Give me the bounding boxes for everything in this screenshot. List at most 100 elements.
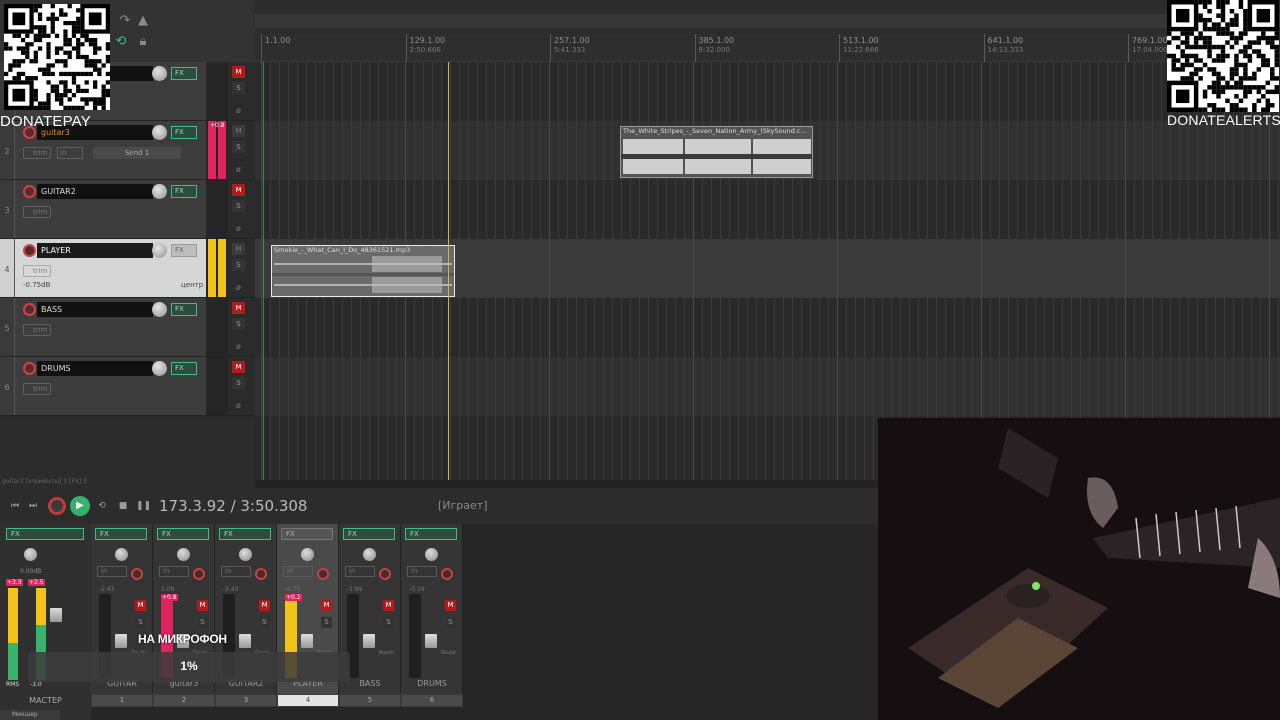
strip-mute-button[interactable]: M [135, 600, 146, 611]
mute-button[interactable]: M [232, 243, 245, 255]
track-lane-6[interactable] [255, 357, 1280, 416]
ruler-region-lane[interactable] [255, 14, 1280, 28]
strip-input-button[interactable]: in [97, 566, 127, 577]
strip-fader[interactable] [239, 634, 251, 648]
horizontal-scrollbar[interactable] [255, 480, 880, 488]
fx-button[interactable]: FX [171, 244, 197, 257]
strip-pan-knob[interactable] [239, 548, 252, 561]
automation-mode-button[interactable]: trim [23, 265, 51, 277]
master-fader[interactable] [50, 608, 62, 622]
track-lane-1[interactable] [255, 62, 1280, 121]
track-5[interactable]: 5 BASS FX trim M Sø [0, 298, 255, 357]
volume-knob[interactable] [152, 302, 167, 317]
phase-icon[interactable]: ø [232, 164, 245, 176]
strip-solo-button[interactable]: S [383, 617, 394, 628]
strip-fader[interactable] [363, 634, 375, 648]
strip-record-arm[interactable] [255, 568, 267, 580]
track-number[interactable]: 6 [0, 357, 14, 415]
phase-icon[interactable]: ø [232, 282, 245, 294]
loop-icon[interactable]: ⟲ [114, 35, 128, 49]
fx-button[interactable]: FX [171, 303, 197, 316]
strip-number[interactable]: 5 [339, 694, 401, 707]
strip-mute-button[interactable]: M [259, 600, 270, 611]
track-header[interactable]: GUITAR2 FX trim [14, 180, 206, 238]
strip-solo-button[interactable]: S [321, 617, 332, 628]
automation-mode-button[interactable]: trim [23, 206, 51, 218]
track-number[interactable]: 3 [0, 180, 14, 238]
strip-fader[interactable] [115, 634, 127, 648]
track-number[interactable]: 4 [0, 239, 14, 297]
redo-icon[interactable]: ↷ [118, 14, 132, 28]
strip-pan-knob[interactable] [363, 548, 376, 561]
volume-knob[interactable] [152, 125, 167, 140]
strip-record-arm[interactable] [317, 568, 329, 580]
track-lane-3[interactable] [255, 180, 1280, 239]
mute-button[interactable]: M [232, 184, 245, 196]
automation-mode-button[interactable]: trim [23, 324, 51, 336]
record-arm-button[interactable] [23, 185, 36, 198]
strip-record-arm[interactable] [379, 568, 391, 580]
solo-button[interactable]: S [232, 259, 245, 271]
strip-record-arm[interactable] [193, 568, 205, 580]
strip-mute-button[interactable]: M [383, 600, 394, 611]
track-name-field[interactable]: BASS [37, 302, 153, 317]
strip-input-button[interactable]: in [345, 566, 375, 577]
strip-fx-button[interactable]: FX [219, 528, 271, 540]
strip-pan-knob[interactable] [177, 548, 190, 561]
strip-input-button[interactable]: in [283, 566, 313, 577]
record-button[interactable] [48, 497, 66, 515]
solo-button[interactable]: S [232, 200, 245, 212]
track-name-field[interactable]: DRUMS [37, 361, 153, 376]
media-item-smokie[interactable]: Smokie_-_What_Can_I_Do_48361521.mp3 [271, 245, 455, 297]
track-lane-5[interactable] [255, 298, 1280, 357]
strip-number[interactable]: 2 [153, 694, 215, 707]
mixer-strip-6[interactable]: FX in -0.19 M S Route DRUMS 6 [401, 524, 463, 707]
automation-mode-button[interactable]: trim [23, 383, 51, 395]
go-to-end-icon[interactable]: ⏭ [26, 499, 40, 513]
track-3[interactable]: 3 GUITAR2 FX trim M Sø [0, 180, 255, 239]
strip-fx-button[interactable]: FX [343, 528, 395, 540]
master-fx-button[interactable]: FX [6, 528, 84, 540]
mute-button[interactable]: M [232, 66, 245, 78]
strip-solo-button[interactable]: S [259, 617, 270, 628]
record-arm-button[interactable] [23, 303, 36, 316]
strip-fx-button[interactable]: FX [95, 528, 147, 540]
strip-mute-button[interactable]: M [321, 600, 332, 611]
record-arm-button[interactable] [23, 362, 36, 375]
strip-fader[interactable] [301, 634, 313, 648]
strip-route-button[interactable]: Route [441, 650, 456, 656]
strip-solo-button[interactable]: S [135, 617, 146, 628]
track-number[interactable]: 5 [0, 298, 14, 356]
track-header[interactable]: BASS FX trim [14, 298, 206, 356]
pause-icon[interactable]: ❚❚ [136, 499, 151, 513]
strip-pan-knob[interactable] [115, 548, 128, 561]
fx-button[interactable]: FX [171, 67, 197, 80]
strip-input-button[interactable]: in [221, 566, 251, 577]
strip-record-arm[interactable] [131, 568, 143, 580]
strip-number[interactable]: 4 [277, 694, 339, 707]
strip-record-arm[interactable] [441, 568, 453, 580]
strip-fx-button[interactable]: FX [157, 528, 209, 540]
record-arm-button[interactable] [23, 244, 36, 257]
strip-fx-button[interactable]: FX [405, 528, 457, 540]
track-name-field[interactable]: GUITAR2 [37, 184, 153, 199]
mixer-tab[interactable]: Микшер [0, 710, 60, 720]
fx-button[interactable]: FX [171, 126, 197, 139]
stop-icon[interactable]: ■ [116, 499, 130, 513]
volume-knob[interactable] [152, 243, 167, 258]
strip-fader[interactable] [425, 634, 437, 648]
volume-knob[interactable] [152, 66, 167, 81]
strip-fx-button[interactable]: FX [281, 528, 333, 540]
metronome-icon[interactable]: ▲ [136, 14, 150, 28]
fx-button[interactable]: FX [171, 362, 197, 375]
strip-number[interactable]: 1 [91, 694, 153, 707]
play-button[interactable]: ▶ [70, 496, 90, 516]
go-to-start-icon[interactable]: ⏮ [8, 499, 22, 513]
send-slider[interactable]: Send 1 [93, 147, 181, 159]
volume-knob[interactable] [152, 184, 167, 199]
solo-button[interactable]: S [232, 141, 245, 153]
phase-icon[interactable]: ø [232, 341, 245, 353]
strip-input-button[interactable]: in [159, 566, 189, 577]
solo-button[interactable]: S [232, 377, 245, 389]
mute-button[interactable]: M [232, 125, 245, 137]
